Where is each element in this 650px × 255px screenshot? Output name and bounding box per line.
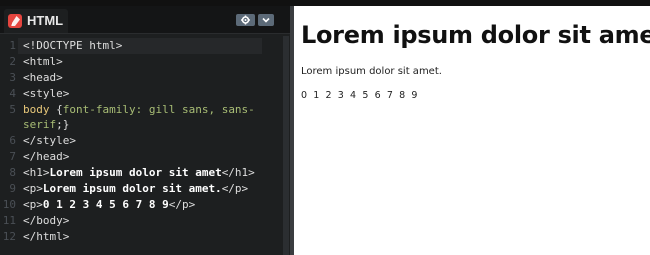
code-text[interactable]: </body> [23,213,69,229]
line-number: 3 [9,70,16,84]
code-text[interactable]: body {font-family: gill sans, sans- [23,102,255,118]
code-token: <head> [23,70,63,84]
tab-label: HTML [27,13,64,28]
code-token: serif [23,118,57,132]
code-token: <p> [23,182,43,196]
code-text[interactable]: <h1>Lorem ipsum dolor sit amet</h1> [23,165,255,181]
line-number: 10 [2,197,16,211]
code-token: </style> [23,134,76,148]
html-file-icon [8,14,22,28]
code-line[interactable]: 11 </body> [0,213,290,229]
code-token: </body> [23,213,70,227]
code-line[interactable]: 3 <head> [0,70,290,86]
code-line[interactable]: 12 </html> [0,229,290,245]
editor-menu-button[interactable] [258,14,274,26]
line-number: 11 [2,213,16,227]
code-text[interactable]: <html> [23,54,63,70]
code-token: </p> [168,197,196,211]
code-token: Lorem ipsum dolor sit amet. [42,182,222,196]
code-token: body [23,102,57,116]
code-line[interactable]: 8 <h1>Lorem ipsum dolor sit amet</h1> [0,165,290,181]
code-token: </head> [23,150,70,164]
chevron-down-icon [262,17,270,23]
line-number: 1 [9,39,16,52]
line-number: 12 [2,229,16,243]
code-line[interactable]: 6 </style> [0,133,290,149]
code-token: <p> [23,197,43,211]
code-line[interactable]: 2 <html> [0,54,290,70]
code-text[interactable]: </style> [23,133,76,149]
preview-pane: Lorem ipsum dolor sit amet Lorem ipsum d… [294,6,650,255]
line-number: 5 [9,102,16,116]
code-token: 0 1 2 3 4 5 6 7 8 9 [42,197,169,211]
code-line[interactable]: 5 body {font-family: gill sans, sans- [0,102,290,118]
line-number: 2 [9,54,16,68]
code-token: { [56,102,63,116]
code-token: </h1> [221,166,255,180]
code-token: <!DOCTYPE html> [23,39,123,52]
code-text[interactable]: serif;} [23,117,69,133]
code-text[interactable]: <head> [23,70,63,86]
code-text[interactable]: <!DOCTYPE html> [23,38,122,54]
code-line[interactable]: 7 </head> [0,149,290,165]
preview-paragraph: Lorem ipsum dolor sit amet. [301,66,442,77]
code-token: <html> [23,54,63,68]
line-number: 9 [9,182,16,196]
code-token: <h1> [23,166,50,180]
code-line[interactable]: 4 <style> [0,86,290,102]
preview-heading: Lorem ipsum dolor sit amet [301,21,650,49]
code-token: </html> [23,229,70,243]
code-text[interactable]: </head> [23,149,69,165]
code-token: ;} [56,118,70,132]
line-number: 6 [9,134,16,148]
code-text[interactable]: <p>0 1 2 3 4 5 6 7 8 9</p> [23,197,195,213]
code-token: <style> [23,86,70,100]
code-token: font-family: gill sans, sans- [62,102,255,116]
editor-tab-bar: HTML [0,6,290,34]
code-lines[interactable]: 1 <!DOCTYPE html> 2 <html> 3 <head> 4 <style> 5 b… [0,38,290,245]
code-text[interactable]: </html> [23,229,69,245]
code-line[interactable]: serif;} [0,117,290,133]
line-number: 4 [9,86,16,100]
code-text[interactable]: <p>Lorem ipsum dolor sit amet.</p> [23,181,248,197]
code-text[interactable]: <style> [23,86,69,102]
code-line[interactable]: 1 <!DOCTYPE html> [0,38,290,54]
code-token: Lorem ipsum dolor sit amet [49,166,222,180]
code-line[interactable]: 9 <p>Lorem ipsum dolor sit amet.</p> [0,181,290,197]
code-line[interactable]: 10 <p>0 1 2 3 4 5 6 7 8 9</p> [0,197,290,213]
line-number: 8 [9,166,16,180]
code-editor-pane[interactable]: HTML 1 <!DOCTYPE html> 2 <html> 3 <head> 4 <sty… [0,6,290,255]
code-token: </p> [221,182,249,196]
preview-digits: 0 1 2 3 4 5 6 7 8 9 [301,90,420,101]
line-number: 7 [9,150,16,164]
settings-button[interactable] [236,14,255,26]
editor-scrollbar[interactable] [283,36,289,255]
gear-icon [241,15,250,25]
tab-html[interactable]: HTML [4,9,68,33]
